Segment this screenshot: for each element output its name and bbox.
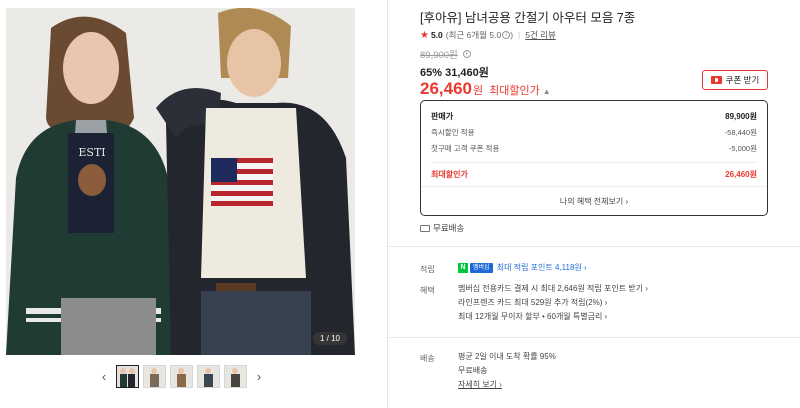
chevron-left-icon: ‹ bbox=[101, 368, 107, 384]
truck-icon bbox=[420, 224, 430, 232]
thumbnail-3[interactable] bbox=[170, 364, 193, 388]
info-icon[interactable]: i bbox=[502, 31, 511, 39]
breakdown-label: 즉시할인 적용 bbox=[431, 128, 475, 137]
free-shipping-row: 무료배송 bbox=[420, 222, 464, 234]
image-page-counter: 1 / 10 bbox=[312, 332, 347, 345]
thumbnail-strip: ‹ › bbox=[96, 364, 267, 388]
breakdown-row: 즉시할인 적용 -58,440원 bbox=[431, 127, 757, 138]
thumbnail-prev-button[interactable]: ‹ bbox=[96, 364, 112, 388]
thumbnail-image bbox=[144, 365, 165, 387]
benefits-label: 혜택 bbox=[420, 286, 435, 295]
info-icon[interactable]: i bbox=[462, 50, 471, 58]
naver-n-icon: N bbox=[458, 262, 468, 273]
currency-unit: 원 bbox=[473, 85, 484, 97]
chevron-right-icon: › bbox=[256, 368, 262, 384]
main-product-image[interactable]: ESTI 1 / 10 bbox=[6, 8, 355, 355]
delivery-eta: 평균 2일 이내 도착 확률 95% bbox=[458, 352, 556, 361]
npay-membership-badge: N 멤버십 bbox=[458, 262, 493, 273]
price-breakdown-box: 판매가 89,900원 즉시할인 적용 -58,440원 첫구매 고객 쿠폰 적… bbox=[420, 100, 768, 216]
max-price-row: 26,460 원 최대할인가 ▲ bbox=[420, 79, 551, 99]
points-label: 적립 bbox=[420, 265, 435, 274]
breakdown-row: 첫구매 고객 쿠폰 적용 -5,000원 bbox=[431, 143, 757, 154]
breakdown-row-total: 최대할인가 26,460원 bbox=[431, 169, 757, 180]
delivery-body: 평균 2일 이내 도착 확률 95% 무료배송 자세히 보기 › bbox=[458, 350, 556, 392]
max-discount-label: 최대할인가 bbox=[489, 85, 540, 97]
benefit-installment-link[interactable]: 최대 12개월 무이자 할부 • 60개월 특별금리 › bbox=[458, 310, 648, 324]
breakdown-label: 첫구매 고객 쿠폰 적용 bbox=[431, 144, 500, 153]
thumbnail-image bbox=[171, 365, 192, 387]
coupon-button-label: 쿠폰 받기 bbox=[725, 75, 760, 85]
max-points-link[interactable]: 최대 적립 포인트 4,118원 › bbox=[497, 263, 587, 272]
rating-value: 5.0 bbox=[430, 30, 443, 40]
original-price: 89,900원 bbox=[420, 50, 458, 61]
benefit-card-link[interactable]: 멤버십 전용카드 결제 시 최대 2,646원 적립 포인트 받기 › bbox=[458, 282, 648, 296]
points-body: N 멤버십 최대 적립 포인트 4,118원 › bbox=[458, 261, 587, 275]
section-divider bbox=[388, 337, 800, 338]
view-all-benefits-link[interactable]: 나의 혜택 전체보기 › bbox=[421, 196, 767, 207]
benefits-body: 멤버십 전용카드 결제 시 최대 2,646원 적립 포인트 받기 › 라인프렌… bbox=[458, 282, 648, 324]
review-count-link[interactable]: 5건 리뷰 bbox=[525, 29, 556, 41]
breakdown-label: 판매가 bbox=[431, 112, 454, 121]
discount-rate: 65% bbox=[420, 67, 443, 79]
benefit-line-friends-card-link[interactable]: 라인프렌즈 카드 최대 529원 추가 적립(2%) › bbox=[458, 296, 648, 310]
product-title: [후아유] 남녀공용 간절기 아우터 모음 7종 bbox=[420, 11, 636, 25]
recent-rating: (최근 6개월 5.0 bbox=[445, 30, 502, 40]
delivery-label: 배송 bbox=[420, 354, 435, 363]
section-divider bbox=[388, 246, 800, 247]
rating-row: ★ 5.0 (최근 6개월 5.0 i ) | 5건 리뷰 bbox=[420, 29, 556, 41]
chevron-up-icon[interactable]: ▲ bbox=[543, 87, 551, 96]
original-price-row: 89,900원 i bbox=[420, 47, 471, 61]
column-divider bbox=[387, 0, 388, 408]
breakdown-label: 최대할인가 bbox=[431, 170, 468, 179]
svg-text:ESTI: ESTI bbox=[78, 146, 105, 159]
breakdown-value: 26,460원 bbox=[725, 170, 757, 179]
delivery-fee: 무료배송 bbox=[458, 366, 488, 375]
coupon-icon bbox=[710, 76, 722, 84]
thumbnail-5[interactable] bbox=[224, 364, 247, 388]
max-discount-price: 26,460 bbox=[420, 79, 472, 98]
thumbnail-image bbox=[198, 365, 219, 387]
thumbnail-1[interactable] bbox=[116, 364, 139, 388]
discount-row: 65% 31,460원 bbox=[420, 64, 489, 80]
membership-badge: 멤버십 bbox=[470, 262, 493, 273]
breakdown-value: -58,440원 bbox=[724, 128, 757, 137]
breakdown-value: 89,900원 bbox=[725, 112, 757, 121]
free-shipping-label: 무료배송 bbox=[433, 223, 465, 233]
delivery-detail-link[interactable]: 자세히 보기 › bbox=[458, 378, 556, 392]
recent-rating-close: ) bbox=[510, 30, 514, 40]
thumbnail-2[interactable] bbox=[143, 364, 166, 388]
star-icon: ★ bbox=[420, 29, 429, 41]
thumbnail-next-button[interactable]: › bbox=[251, 364, 267, 388]
thumbnail-image bbox=[225, 365, 246, 387]
discount-price: 31,460원 bbox=[445, 67, 489, 79]
breakdown-value: -5,000원 bbox=[728, 144, 757, 153]
coupon-download-button[interactable]: 쿠폰 받기 bbox=[702, 70, 768, 90]
separator: | bbox=[518, 30, 521, 40]
divider bbox=[421, 186, 767, 187]
thumbnail-4[interactable] bbox=[197, 364, 220, 388]
divider bbox=[431, 162, 757, 163]
models-illustration: ESTI bbox=[6, 8, 355, 355]
product-gallery: ESTI 1 / 10 ‹ › bbox=[0, 0, 387, 408]
breakdown-row: 판매가 89,900원 bbox=[431, 111, 757, 122]
thumbnail-image bbox=[117, 365, 138, 387]
